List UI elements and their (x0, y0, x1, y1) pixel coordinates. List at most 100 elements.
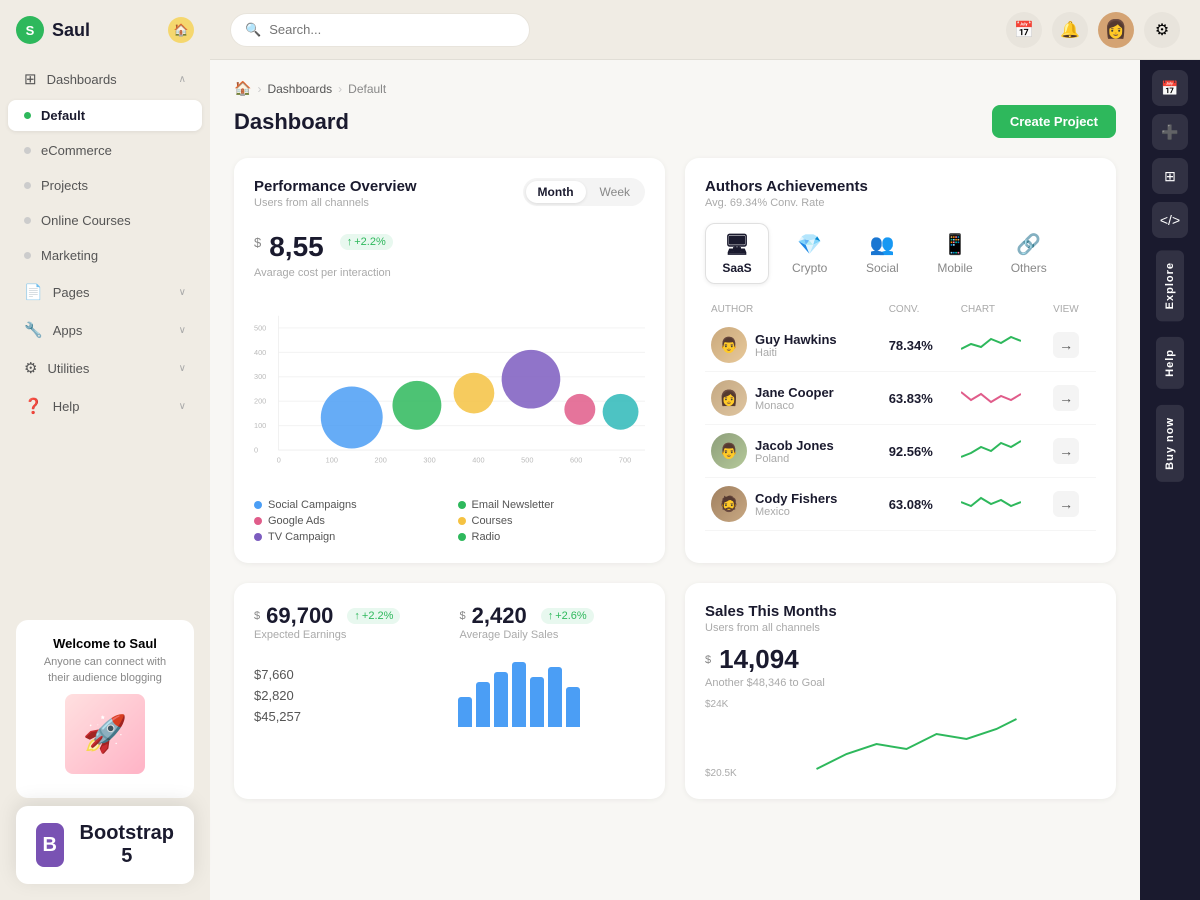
tab-others[interactable]: 🔗 Others (996, 223, 1062, 284)
sales-value-currency: $ (705, 654, 711, 666)
view-button-cody[interactable]: → (1053, 491, 1079, 517)
nav-dashboards[interactable]: ⊞ Dashboards ∧ (8, 62, 202, 96)
earnings-bottom: $7,660 $2,820 $45,257 (254, 657, 645, 727)
svg-text:100: 100 (326, 455, 338, 464)
chevron-down-icon: ∧ (179, 74, 186, 85)
author-country-jacob: Poland (755, 453, 834, 465)
utilities-icon: ⚙ (24, 359, 37, 377)
calendar-icon-button[interactable]: 📅 (1006, 12, 1042, 48)
social-icon: 👥 (870, 232, 895, 257)
legend-label-social: Social Campaigns (268, 499, 357, 511)
earnings-currency: $ (254, 610, 260, 622)
nav-online-courses-label: Online Courses (41, 213, 131, 228)
search-icon: 🔍 (245, 22, 261, 38)
breadcrumb-dashboards[interactable]: Dashboards (267, 82, 332, 96)
svg-text:400: 400 (472, 455, 484, 464)
svg-text:200: 200 (375, 455, 387, 464)
tab-crypto[interactable]: 💎 Crypto (777, 223, 842, 284)
right-panel-icon-4[interactable]: </> (1152, 202, 1188, 238)
col-conv: CONV. (883, 300, 955, 319)
earnings-card: $ 69,700 ↑ +2.2% Expected Earnings $ 2,4… (234, 583, 665, 799)
authors-card: Authors Achievements Avg. 69.34% Conv. R… (685, 158, 1116, 563)
mini-bar (458, 697, 472, 727)
nav-pages[interactable]: 📄 Pages ∨ (8, 275, 202, 309)
breadcrumb-sep2: › (338, 82, 342, 96)
view-button-jane[interactable]: → (1053, 385, 1079, 411)
search-box[interactable]: 🔍 (230, 13, 530, 47)
legend-email: Email Newsletter (458, 499, 646, 511)
nav-dot (24, 217, 31, 224)
expected-earnings: $ 69,700 ↑ +2.2% Expected Earnings (254, 603, 440, 641)
nav-utilities[interactable]: ⚙ Utilities ∨ (8, 351, 202, 385)
user-avatar[interactable]: 👩 (1098, 12, 1134, 48)
nav-marketing[interactable]: Marketing (8, 240, 202, 271)
bootstrap-icon: B (36, 823, 64, 867)
right-panel-icon-1[interactable]: 📅 (1152, 70, 1188, 106)
earnings-items: $7,660 $2,820 $45,257 (254, 664, 442, 727)
nav-help-label: Help (53, 399, 80, 414)
topbar-right: 📅 🔔 👩 ⚙ (1006, 12, 1180, 48)
help-label[interactable]: Help (1156, 337, 1184, 389)
sales-chart: $24K $20.5K (705, 699, 1096, 779)
avatar-cody: 🧔 (711, 486, 747, 522)
sales-subtitle: Users from all channels (705, 622, 1096, 634)
buy-now-label[interactable]: Buy now (1156, 405, 1184, 482)
sales-value-row: $ 14,094 (705, 644, 1096, 675)
conv-jane: 63.83% (883, 372, 955, 425)
pill-month[interactable]: Month (526, 181, 586, 203)
notifications-icon-button[interactable]: 🔔 (1052, 12, 1088, 48)
breadcrumb-home-icon: 🏠 (234, 80, 251, 97)
earnings-item-1: $7,660 (254, 664, 442, 685)
nav-help[interactable]: ❓ Help ∨ (8, 389, 202, 423)
author-country-guy: Haiti (755, 347, 837, 359)
sales-title: Sales This Months (705, 603, 1096, 620)
nav-online-courses[interactable]: Online Courses (8, 205, 202, 236)
currency-symbol: $ (254, 235, 261, 250)
chart-cody (955, 478, 1047, 531)
bubble-courses (603, 394, 639, 430)
nav-marketing-label: Marketing (41, 248, 98, 263)
bubble-chart-svg: 0 100 200 300 400 500 0 100 200 300 400 (254, 289, 645, 489)
search-input[interactable] (269, 22, 515, 37)
nav-ecommerce[interactable]: eCommerce (8, 135, 202, 166)
view-button-jacob[interactable]: → (1053, 438, 1079, 464)
pill-week[interactable]: Week (588, 181, 642, 203)
legend-label-email: Email Newsletter (472, 499, 555, 511)
tab-social[interactable]: 👥 Social (850, 223, 914, 284)
authors-tabs: 🖥 SaaS 💎 Crypto 👥 Social 📱 (705, 223, 1096, 284)
daily-sales: $ 2,420 ↑ +2.6% Average Daily Sales (460, 603, 646, 641)
svg-text:0: 0 (254, 446, 258, 455)
mini-bar (530, 677, 544, 727)
perf-subtitle: Users from all channels (254, 197, 417, 209)
bubble-email (392, 381, 441, 430)
avatar-jacob: 👨 (711, 433, 747, 469)
right-panel-icon-2[interactable]: ➕ (1152, 114, 1188, 150)
right-panel-icon-3[interactable]: ⊞ (1152, 158, 1188, 194)
mini-bar (548, 667, 562, 727)
sidebar-toggle-button[interactable]: 🏠 (168, 17, 194, 43)
earnings-badge: ↑ +2.2% (347, 608, 400, 624)
dashboard-grid: Performance Overview Users from all chan… (234, 158, 1116, 799)
legend-tv: TV Campaign (254, 531, 442, 543)
nav-apps[interactable]: 🔧 Apps ∨ (8, 313, 202, 347)
view-button-guy[interactable]: → (1053, 332, 1079, 358)
sidebar: S Saul 🏠 ⊞ Dashboards ∧ Default eCommerc… (0, 0, 210, 900)
perf-value-row: $ 8,55 ↑ +2.2% (254, 219, 645, 265)
tab-mobile[interactable]: 📱 Mobile (922, 223, 987, 284)
tab-others-label: Others (1011, 261, 1047, 275)
nav-projects-label: Projects (41, 178, 88, 193)
nav-projects[interactable]: Projects (8, 170, 202, 201)
tab-saas[interactable]: 🖥 SaaS (705, 223, 769, 284)
create-project-button[interactable]: Create Project (992, 105, 1116, 138)
nav-default[interactable]: Default (8, 100, 202, 131)
settings-icon-button[interactable]: ⚙ (1144, 12, 1180, 48)
conv-guy: 78.34% (883, 319, 955, 372)
content-area: 🏠 › Dashboards › Default Dashboard Creat… (210, 60, 1200, 900)
tab-saas-label: SaaS (722, 261, 751, 275)
sparkline-guy (961, 329, 1021, 359)
earnings-row: $ 69,700 ↑ +2.2% Expected Earnings $ 2,4… (254, 603, 645, 641)
explore-label[interactable]: Explore (1156, 250, 1184, 321)
bootstrap-badge: B Bootstrap 5 (16, 806, 194, 884)
author-name-jacob: Jacob Jones (755, 438, 834, 453)
sparkline-jacob (961, 435, 1021, 465)
